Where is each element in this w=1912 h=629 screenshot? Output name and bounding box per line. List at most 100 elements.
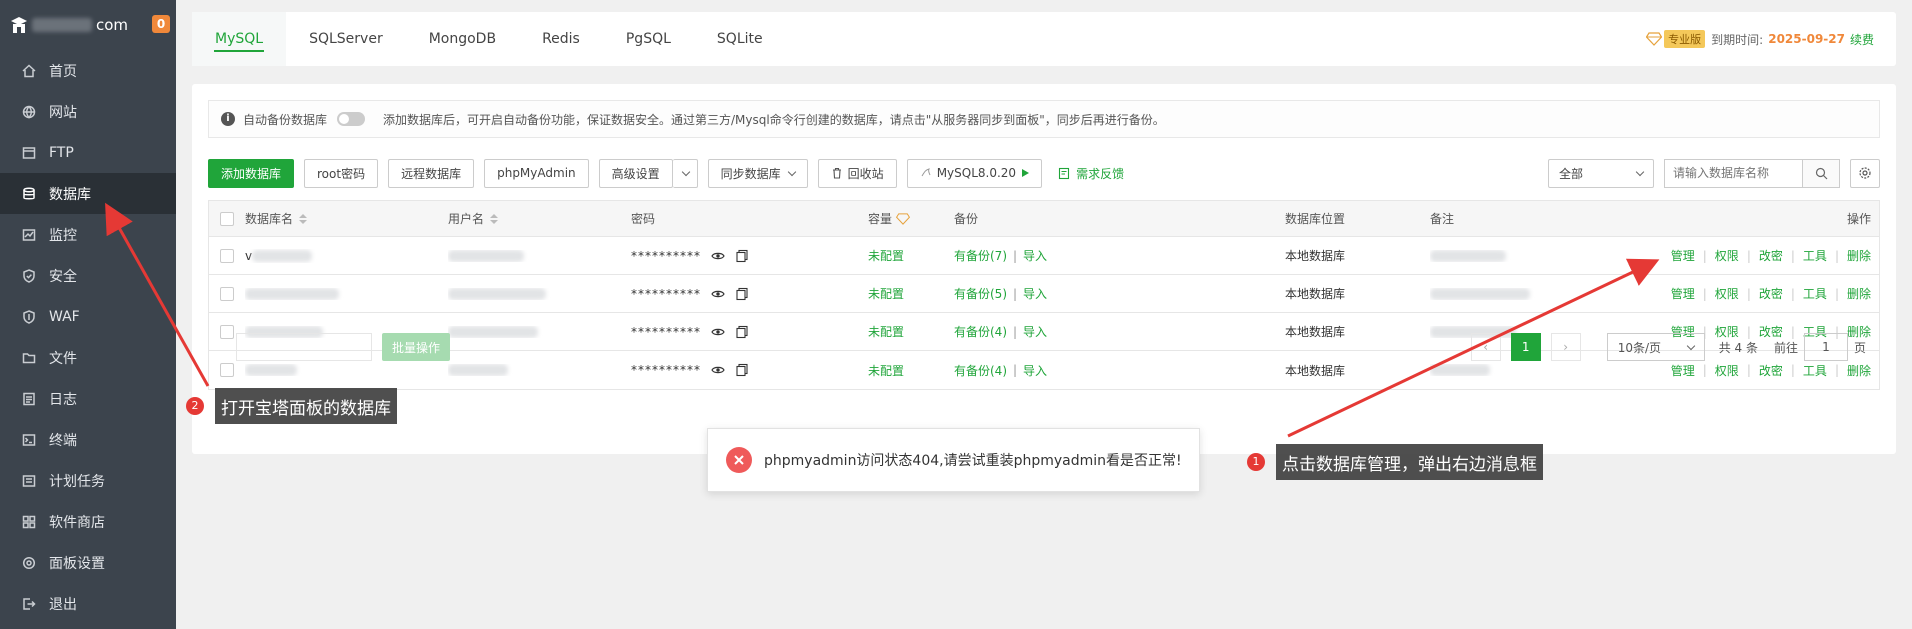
page-button-current[interactable]: 1 [1510,333,1541,361]
sidebar-item-database[interactable]: 数据库 [0,173,176,214]
permission-link[interactable]: 权限 [1715,362,1739,379]
auto-backup-toggle[interactable] [337,112,366,126]
capacity-status[interactable]: 未配置 [868,247,954,264]
masked-db-name [252,249,313,262]
annotation-number-2: 2 [186,397,204,415]
db-location: 本地数据库 [1285,249,1346,263]
remote-database-button[interactable]: 远程数据库 [388,158,475,188]
col-name-header[interactable]: 数据库名 [245,210,448,227]
clock-icon [22,474,36,488]
row-checkbox[interactable] [220,363,234,377]
copy-icon[interactable] [735,287,749,301]
eye-icon[interactable] [711,363,725,377]
tab-pgsql[interactable]: PgSQL [603,12,694,66]
mysql-version-button[interactable]: MySQL8.0.20 [906,158,1043,188]
password-mask: ********** [631,248,701,263]
change-password-link[interactable]: 改密 [1759,247,1783,264]
chevron-down-icon [787,167,796,176]
next-page-button[interactable]: › [1550,333,1581,361]
permission-link[interactable]: 权限 [1715,285,1739,302]
recycle-bin-button[interactable]: 回收站 [817,158,897,188]
search-button[interactable] [1802,158,1840,188]
renew-link[interactable]: 续费 [1850,31,1874,48]
copy-icon[interactable] [735,249,749,263]
advanced-settings-dropdown[interactable] [672,158,698,188]
delete-link[interactable]: 删除 [1847,285,1871,302]
sidebar-item-terminal[interactable]: 终端 [0,419,176,460]
gear-icon [1859,167,1871,179]
db-name: v [245,248,253,263]
notification-badge[interactable]: 0 [152,15,170,33]
batch-select[interactable] [236,333,372,361]
prev-page-button[interactable]: ‹ [1470,333,1501,361]
brand[interactable]: com 0 [0,0,176,50]
masked-username [448,249,524,262]
sidebar-item-logout[interactable]: 退出 [0,583,176,624]
import-link[interactable]: 导入 [1023,362,1047,379]
capacity-status[interactable]: 未配置 [868,362,954,379]
row-checkbox[interactable] [220,286,234,301]
sidebar-item-monitor[interactable]: 监控 [0,214,176,255]
feedback-link[interactable]: 需求反馈 [1058,165,1124,182]
sidebar: com 0 首页 网站 FTP 数据库 监控 安全 WAF 文件 日志 终端 计… [0,0,176,629]
backup-link[interactable]: 有备份(4) [954,362,1007,379]
sidebar-item-ftp[interactable]: FTP [0,132,176,173]
filter-select[interactable]: 全部 [1548,158,1654,188]
bt-logo-icon [11,17,27,33]
sidebar-item-logs[interactable]: 日志 [0,378,176,419]
tab-mongodb[interactable]: MongoDB [406,12,519,66]
add-database-button[interactable]: 添加数据库 [208,158,295,188]
manage-link[interactable]: 管理 [1671,285,1695,302]
delete-link[interactable]: 删除 [1847,362,1871,379]
goto-page-input[interactable]: 1 [1803,333,1848,361]
sidebar-item-home[interactable]: 首页 [0,50,176,91]
select-all-checkbox[interactable] [220,211,234,226]
tab-mysql[interactable]: MySQL [192,12,287,66]
search-input[interactable] [1664,158,1802,188]
backup-link[interactable]: 有备份(5) [954,285,1007,302]
tools-link[interactable]: 工具 [1803,362,1827,379]
sidebar-item-files[interactable]: 文件 [0,337,176,378]
sidebar-item-website[interactable]: 网站 [0,91,176,132]
tab-sqlite[interactable]: SQLite [694,12,786,66]
tab-redis[interactable]: Redis [519,12,603,66]
root-password-button[interactable]: root密码 [304,158,379,188]
phpmyadmin-button[interactable]: phpMyAdmin [484,158,589,188]
eye-icon[interactable] [711,249,725,263]
advanced-settings-button[interactable]: 高级设置 [598,158,673,188]
table-settings-button[interactable] [1850,158,1880,188]
brand-masked-text [32,18,92,32]
sidebar-item-settings[interactable]: 面板设置 [0,542,176,583]
waf-shield-icon [22,309,36,324]
logout-icon [22,597,36,611]
manage-link[interactable]: 管理 [1671,247,1695,264]
info-icon: i [221,112,235,126]
batch-action-button[interactable]: 批量操作 [382,333,451,361]
tools-link[interactable]: 工具 [1803,247,1827,264]
tools-link[interactable]: 工具 [1803,285,1827,302]
col-user-header[interactable]: 用户名 [448,210,631,227]
delete-link[interactable]: 删除 [1847,247,1871,264]
tab-sqlserver[interactable]: SQLServer [286,12,406,66]
sidebar-item-cron[interactable]: 计划任务 [0,460,176,501]
import-link[interactable]: 导入 [1023,247,1047,264]
sidebar-item-store[interactable]: 软件商店 [0,501,176,542]
change-password-link[interactable]: 改密 [1759,362,1783,379]
manage-link[interactable]: 管理 [1671,362,1695,379]
copy-icon[interactable] [735,363,749,377]
auto-backup-label: 自动备份数据库 [243,112,328,127]
sync-database-button[interactable]: 同步数据库 [707,158,808,188]
permission-link[interactable]: 权限 [1715,247,1739,264]
sidebar-menu: 首页 网站 FTP 数据库 监控 安全 WAF 文件 日志 终端 计划任务 软件… [0,50,176,624]
page-size-select[interactable]: 10条/页 [1606,333,1705,361]
backup-link[interactable]: 有备份(7) [954,247,1007,264]
capacity-status[interactable]: 未配置 [868,285,954,302]
change-password-link[interactable]: 改密 [1759,285,1783,302]
sidebar-item-waf[interactable]: WAF [0,296,176,337]
sidebar-item-security[interactable]: 安全 [0,255,176,296]
import-link[interactable]: 导入 [1023,285,1047,302]
table-row: ********** 未配置 有备份(5) | 导入 本地数据库 管理 | 权限 | 改… [209,275,1879,313]
eye-icon[interactable] [711,287,725,301]
row-checkbox[interactable] [220,248,234,263]
col-backup-header: 备份 [954,212,979,226]
